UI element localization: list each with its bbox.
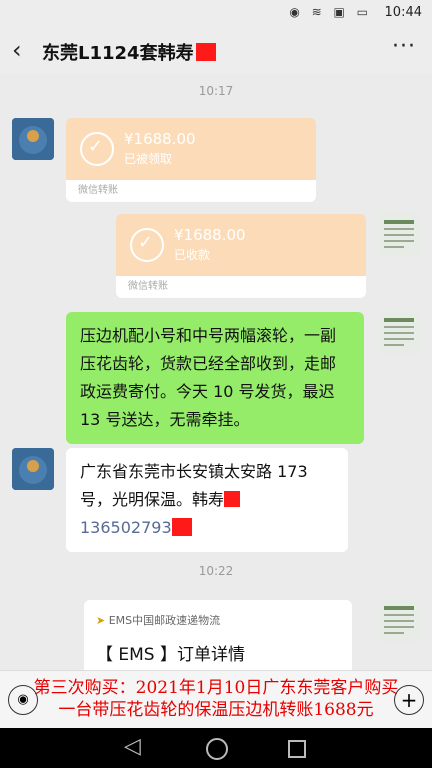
redacted-block xyxy=(224,491,241,507)
phone-link[interactable]: 136502793 xyxy=(80,518,172,537)
caption-line-1: 第三次购买：2021年1月10日广东东莞客户购买 xyxy=(33,678,399,698)
more-options-button[interactable]: ··· xyxy=(392,34,416,59)
avatar[interactable] xyxy=(378,312,420,354)
back-icon[interactable]: ‹ xyxy=(12,36,22,64)
ems-title: 【 EMS 】订单详情 xyxy=(96,645,246,665)
transfer-amount: ¥1688.00 xyxy=(124,130,196,148)
chat-title: 东莞L1124套韩寿 xyxy=(42,39,216,65)
timestamp: 10:22 xyxy=(198,564,234,578)
avatar[interactable] xyxy=(12,118,54,160)
nav-back-icon[interactable]: ◁ xyxy=(124,734,141,759)
avatar[interactable] xyxy=(378,214,420,256)
redacted-block xyxy=(195,43,216,61)
message-bubble-received[interactable]: 广东省东莞市长安镇太安路 173 号，光明保温。韩寿 136502793 xyxy=(66,448,348,552)
timestamp: 10:17 xyxy=(198,84,234,98)
nav-home-icon[interactable] xyxy=(206,738,228,760)
check-icon: ✓ xyxy=(80,132,114,166)
transfer-card-collected[interactable]: ✓ ¥1688.00 已收款 微信转账 xyxy=(116,214,366,298)
transfer-amount: ¥1688.00 xyxy=(174,226,246,244)
chat-area[interactable]: 10:17 ✓ ¥1688.00 已被领取 微信转账 ✓ ¥1688.00 已收… xyxy=(0,74,432,690)
avatar[interactable] xyxy=(378,600,420,642)
status-bar: ◉ ≋ ▣ ▭ 10:44 xyxy=(0,0,432,28)
avatar[interactable] xyxy=(12,448,54,490)
check-icon: ✓ xyxy=(130,228,164,262)
caption-line-2: 一台带压花齿轮的保温压边机转账1688元 xyxy=(58,700,374,720)
ems-logo: ➤ EMS中国邮政速递物流 xyxy=(96,614,221,627)
title-bar: ‹ 东莞L1124套韩寿 ··· xyxy=(0,28,432,74)
transfer-state: 已收款 xyxy=(174,248,211,262)
transfer-footer: 微信转账 xyxy=(66,180,316,202)
redacted-block xyxy=(171,518,192,536)
address-text: 广东省东莞市长安镇太安路 173 号，光明保温。韩寿 xyxy=(80,462,308,509)
transfer-state: 已被领取 xyxy=(124,152,173,166)
transfer-footer: 微信转账 xyxy=(116,276,366,298)
status-time: 10:44 xyxy=(384,5,422,20)
caption-overlay: 第三次购买：2021年1月10日广东东莞客户购买 一台带压花齿轮的保温压边机转账… xyxy=(0,670,432,728)
transfer-card-received[interactable]: ✓ ¥1688.00 已被领取 微信转账 xyxy=(66,118,316,202)
system-nav-bar: ◁ xyxy=(0,728,432,768)
nav-recent-icon[interactable] xyxy=(288,740,306,758)
message-bubble-sent[interactable]: 压边机配小号和中号两幅滚轮，一副压花齿轮，货款已经全部收到，走邮政运费寄付。今天… xyxy=(66,312,364,444)
status-icons: ◉ ≋ ▣ ▭ xyxy=(289,5,372,19)
